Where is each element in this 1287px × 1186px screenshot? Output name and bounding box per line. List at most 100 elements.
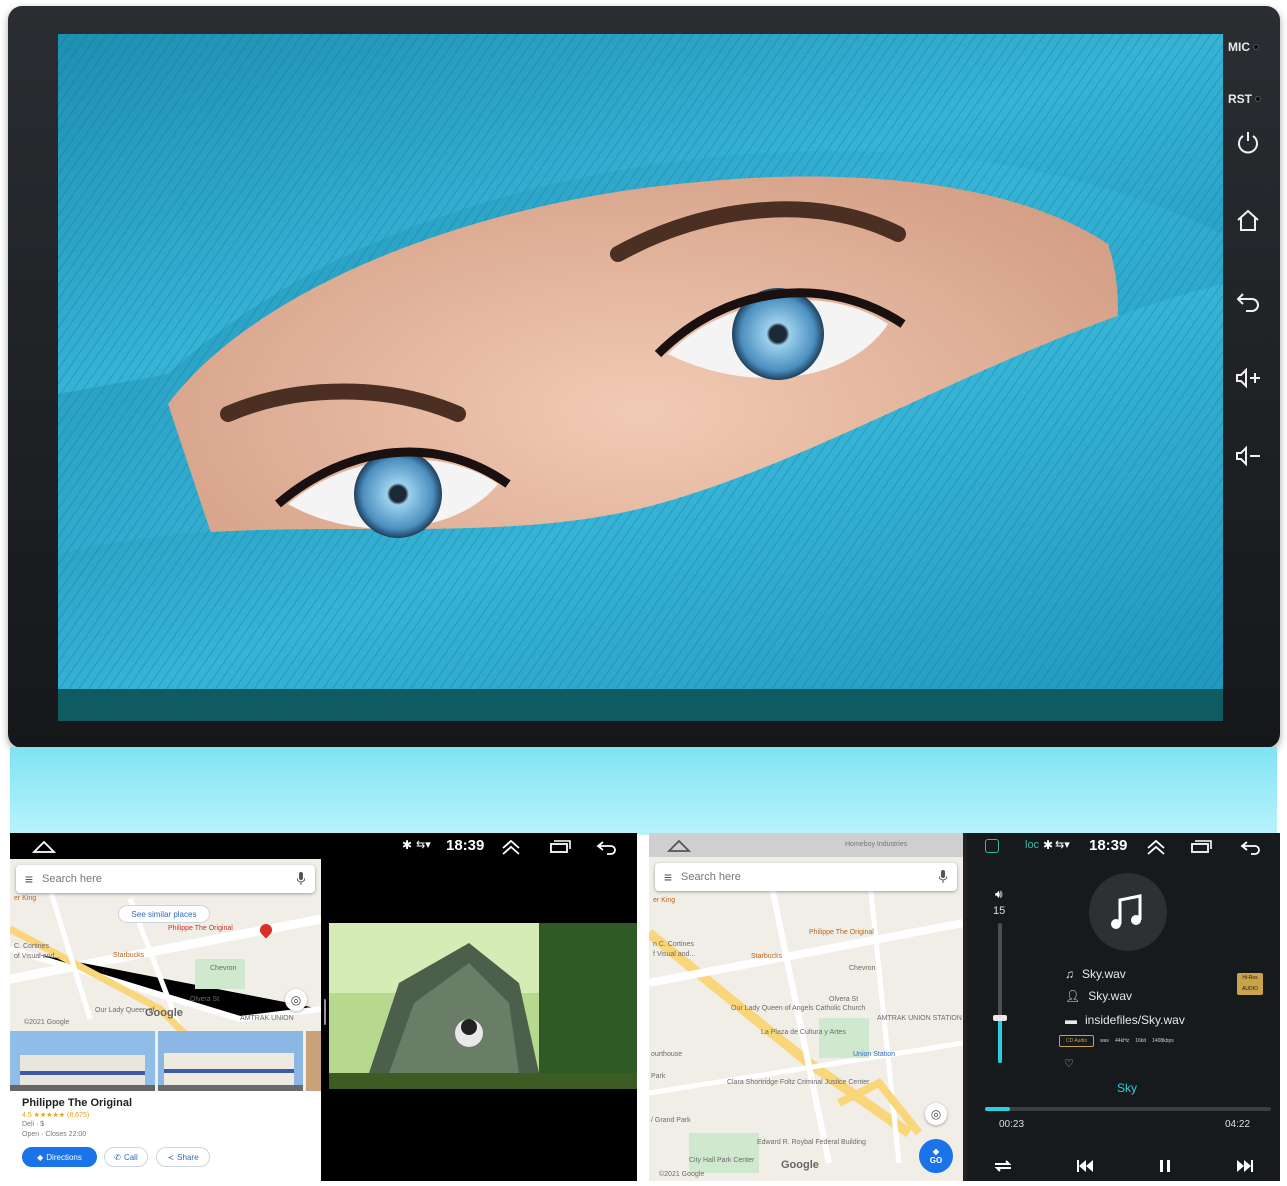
see-similar-places-chip[interactable]: See similar places (118, 905, 210, 923)
maps-app[interactable]: ≡ Search here See similar places er King… (10, 859, 321, 1181)
music-note-small-icon: ♫ (1065, 967, 1074, 981)
directions-icon: ◆ (37, 1152, 44, 1162)
map-label-cortines: n C. Cortines (653, 941, 694, 948)
maps-search-bar[interactable]: ≡ Search here (16, 865, 315, 893)
progress-fill (985, 1107, 1011, 1111)
back-icon[interactable] (1234, 286, 1262, 314)
home-icon[interactable] (32, 838, 56, 854)
menu-icon[interactable]: ≡ (655, 869, 681, 885)
hires-audio-badge: Hi-Res AUDIO (1237, 973, 1263, 995)
place-card[interactable]: Philippe The Original 4.5 ★★★★★ (8,675) … (10, 1091, 321, 1181)
map-label-king: er King (14, 895, 37, 902)
map-label-city-hall: City Hall Park Center (689, 1157, 755, 1164)
maps-app[interactable]: Homeboy Industries ≡ Search here er King… (649, 833, 963, 1181)
phone-icon: ✆ (114, 1152, 121, 1162)
call-button[interactable]: ✆ Call (104, 1147, 148, 1167)
place-photo[interactable] (10, 1031, 155, 1091)
status-bar: ✱ ⇆▾ 18:39 (10, 833, 637, 859)
mic-icon[interactable] (939, 870, 947, 883)
progress-bar[interactable] (985, 1107, 1271, 1111)
volume-up-icon[interactable] (1234, 364, 1262, 392)
repeat-icon[interactable] (991, 1157, 1015, 1175)
place-photo-strip[interactable] (10, 1031, 321, 1091)
home-icon[interactable] (1234, 206, 1262, 234)
map-label-chevron: Chevron (210, 965, 237, 972)
power-icon[interactable] (1234, 128, 1262, 156)
app-icon[interactable] (985, 839, 999, 853)
side-button-panel: MIC RST (1224, 34, 1272, 514)
map-copyright: ©2021 Google (659, 1171, 705, 1178)
reset-label[interactable]: RST (1228, 92, 1261, 106)
map-label-plaza: La Plaza de Cultura y Artes (761, 1029, 846, 1036)
map-label-union: Union Station (853, 1051, 896, 1058)
volume-knob[interactable] (993, 1015, 1007, 1022)
navigation-icon: ◆ (932, 1147, 940, 1156)
speaker-icon: 🔊︎ (995, 887, 1003, 901)
place-photo[interactable] (306, 1031, 321, 1091)
go-navigation-button[interactable]: ◆ GO (919, 1139, 953, 1173)
volume-value: 15 (993, 905, 1006, 917)
status-time: 18:39 (1089, 837, 1128, 854)
split-handle[interactable] (324, 999, 326, 1025)
song-title: Sky (1117, 1081, 1138, 1095)
back-icon[interactable] (1239, 839, 1263, 855)
artist-row: 👤︎ Sky.wav (1065, 989, 1133, 1003)
favorite-icon[interactable]: ♡ (1064, 1057, 1074, 1070)
device-screen (58, 34, 1223, 721)
map-label-starbucks: Starbucks (113, 952, 145, 959)
mic-label: MIC (1228, 40, 1259, 54)
music-player[interactable]: loc ✱ ⇆▾ 18:39 🔊︎ 15 ♫ Sky.wav 👤︎ Sky.wav (967, 833, 1280, 1181)
my-location-icon[interactable]: ◎ (925, 1103, 947, 1125)
bluetooth-icon: ✱ (402, 838, 413, 852)
my-location-icon[interactable]: ◎ (285, 989, 307, 1011)
mic-hole (1253, 44, 1259, 50)
back-icon[interactable] (595, 839, 619, 855)
split-screen-maps-music: Homeboy Industries ≡ Search here er King… (649, 833, 1280, 1181)
bluetooth-icon: ✱ (1043, 838, 1054, 852)
place-photo[interactable] (158, 1031, 303, 1091)
chevron-up-icon[interactable] (500, 839, 522, 855)
status-text: loc (1025, 839, 1040, 851)
previous-track-icon[interactable] (1073, 1157, 1097, 1175)
volume-slider[interactable] (993, 923, 1007, 1063)
track-row: ♫ Sky.wav (1065, 967, 1126, 981)
wallpaper-photo (58, 34, 1223, 721)
video-player[interactable] (329, 859, 637, 1181)
format-tag: 1408kbps (1152, 1038, 1174, 1044)
format-tag: 16bit (1135, 1038, 1147, 1044)
video-frame[interactable] (329, 923, 637, 1089)
split-divider[interactable] (321, 859, 329, 1181)
map-label-park: Park (651, 1073, 666, 1080)
maps-search-bar[interactable]: ≡ Search here (655, 863, 957, 891)
menu-icon[interactable]: ≡ (16, 871, 42, 887)
chevron-up-icon[interactable] (1145, 839, 1167, 855)
recent-apps-icon[interactable] (1189, 839, 1213, 855)
google-logo: Google (781, 1159, 819, 1171)
volume-down-icon[interactable] (1234, 442, 1262, 470)
directions-button[interactable]: ◆ Directions (22, 1147, 97, 1167)
screen-bottom-strip (58, 689, 1223, 721)
product-image: MIC RST ✱ ⇆▾ 18:39 ≡ Search here See sim… (0, 0, 1287, 1186)
map-label-king: er King (653, 897, 676, 904)
recent-apps-icon[interactable] (548, 839, 572, 855)
place-rating: 4.5 ★★★★★ (8,675) (22, 1112, 90, 1119)
path-row: ▬ insidefiles/Sky.wav (1065, 1013, 1185, 1027)
display-base-band (10, 747, 1277, 835)
album-art (1089, 873, 1167, 951)
pause-icon[interactable] (1153, 1157, 1177, 1175)
head-unit-device: MIC RST (8, 6, 1280, 748)
map-label-courthouse: ourthouse (651, 1051, 683, 1058)
home-icon[interactable] (667, 837, 691, 853)
format-tag: 44kHz (1115, 1038, 1130, 1044)
reset-hole[interactable] (1255, 96, 1261, 102)
map-label-olvera: Olvera St (829, 996, 859, 1003)
format-tags: CD Audio wav 44kHz 16bit 1408kbps (1059, 1035, 1174, 1047)
place-hours: Open · Closes 22:00 (22, 1131, 87, 1138)
map-label-cortines: C. Cortines (14, 943, 50, 950)
share-button[interactable]: ≺ Share (156, 1147, 210, 1167)
format-tag: wav (1100, 1038, 1110, 1044)
mic-icon[interactable] (297, 872, 305, 885)
map-label-olvera: Olvera St (190, 996, 220, 1003)
map-label-grand-park: / Grand Park (651, 1117, 691, 1124)
next-track-icon[interactable] (1233, 1157, 1257, 1175)
